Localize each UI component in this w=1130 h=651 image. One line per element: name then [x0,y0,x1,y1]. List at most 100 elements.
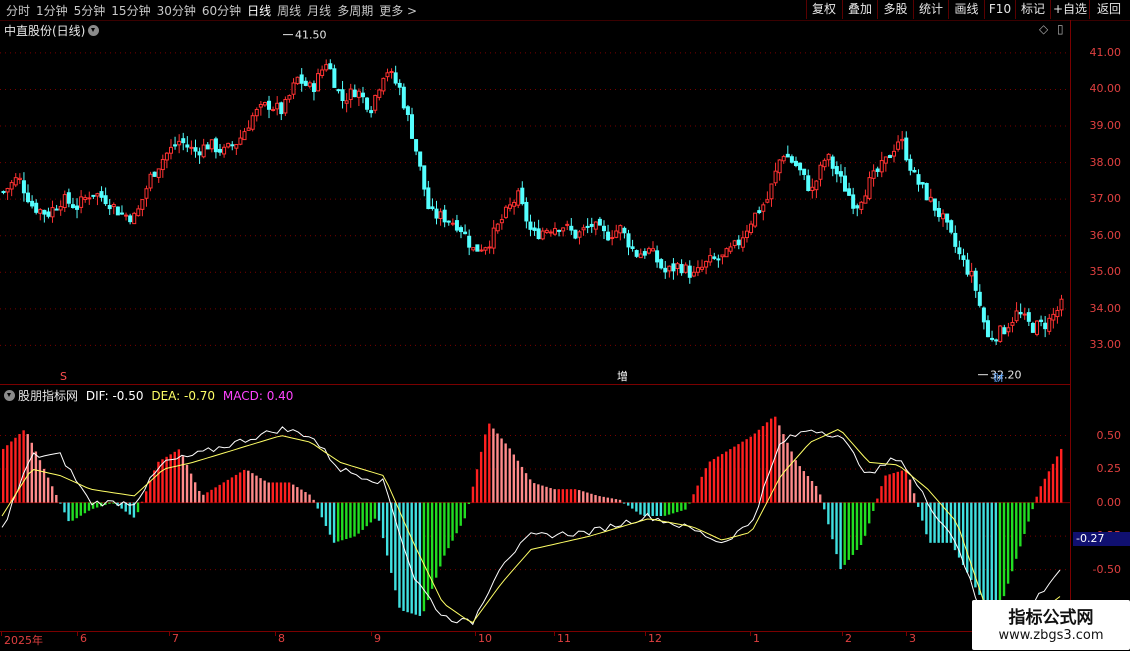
price-tick-label: 39.00 [1089,119,1122,133]
macd-bar [598,496,601,503]
candle-body [1047,317,1052,332]
period-tab-1[interactable]: 1分钟 [36,2,68,19]
toolbar-button-3[interactable]: 统计 [913,0,948,19]
toolbar-button-7[interactable]: +自选 [1050,0,1089,19]
toolbar-button-0[interactable]: 复权 [806,0,841,19]
macd-bar [582,491,585,503]
macd-bar [872,502,875,511]
macd-bar [10,441,13,503]
toolbar-button-4[interactable]: 画线 [948,0,984,19]
candle-body [83,197,88,201]
candle-body [1,191,6,194]
candle-body [222,146,227,155]
macd-bar [222,482,225,503]
macd-bar [267,482,270,503]
macd-bar [626,502,630,506]
macd-chart [0,416,1070,630]
macd-bar [680,502,683,511]
period-tab-9[interactable]: 多周期 [337,2,373,19]
candle-body [704,260,709,268]
candle-body [495,223,500,232]
macd-bar [504,443,507,503]
macd-bar [663,502,667,516]
macd-bar [708,461,712,503]
period-tab-4[interactable]: 30分钟 [157,2,196,19]
toolbar-button-6[interactable]: 标记 [1015,0,1050,19]
candle-body [1022,313,1027,316]
candle-body [148,173,153,189]
macd-bar [937,502,940,543]
macd-bar [341,502,344,541]
candle-body [544,229,549,233]
macd-bar [545,486,548,503]
period-tab-2[interactable]: 5分钟 [74,2,106,19]
candle-body [512,201,517,207]
period-tab-0[interactable]: 分时 [6,2,30,19]
macd-bar [573,489,577,503]
macd-bar [46,477,50,503]
time-tick-label: 10 [478,632,492,645]
period-tab-6[interactable]: 日线 [247,2,271,19]
candle-body [5,188,10,193]
candle-body [46,211,51,217]
candle-body [904,137,909,161]
dropdown-icon[interactable] [4,390,15,401]
macd-bar [594,495,597,503]
macd-bar [561,489,565,503]
candle-body [985,320,990,338]
candle-body [912,169,917,173]
macd-bar [214,487,217,503]
toolbar-button-2[interactable]: 多股 [877,0,913,19]
high-price-label: 41.50 [295,29,327,42]
macd-bar [345,502,348,540]
candle-body [50,207,55,218]
macd-bar [459,502,462,526]
macd-bar [42,468,46,503]
macd-bar [287,482,291,503]
macd-bar [512,454,516,503]
candle-body [928,196,933,202]
macd-bar [524,473,528,503]
period-tab-5[interactable]: 60分钟 [202,2,241,19]
macd-bar [667,502,671,515]
macd-bar [34,451,38,503]
period-tab-8[interactable]: 月线 [307,2,331,19]
candle-body [70,204,75,208]
watermark-logo: 指标公式网 www.zbgs3.com [972,600,1130,650]
macd-bar [218,484,221,503]
candle-body [753,212,758,227]
candle-body [324,64,329,71]
macd-bar [377,502,381,521]
macd-bar [855,502,859,550]
macd-bar [912,493,916,503]
toolbar-button-1[interactable]: 叠加 [842,0,877,19]
period-tab-10[interactable]: 更多 > [379,2,417,19]
candle-body [54,208,59,211]
period-tab-3[interactable]: 15分钟 [111,2,150,19]
time-axis: 2025年 6 7 8 9 10 11 12 1 2 3 [0,631,1070,651]
macd-bar [859,502,863,545]
macd-tick-label: 0.25 [1096,462,1122,476]
time-tick-label: 8 [278,632,285,645]
macd-bar [835,502,838,555]
candle-body [418,151,423,167]
candle-body [724,248,729,258]
macd-bar [700,476,703,503]
candle-body [34,202,39,213]
candle-body [781,156,786,162]
candle-body [949,220,954,233]
candle-body [728,246,733,252]
candle-body [479,249,484,252]
candle-body [332,68,337,88]
macd-bar [1023,502,1026,534]
toolbar-button-8[interactable]: 返回 [1089,0,1128,19]
macd-bar [757,429,761,503]
macd-bar [185,464,189,503]
candle-body [990,337,995,340]
candle-body [99,191,104,198]
candle-body [103,195,108,205]
toolbar-button-5[interactable]: F10 [984,0,1015,19]
macd-title: 股朋指标网 [18,389,79,403]
candle-body [360,92,365,98]
period-tab-7[interactable]: 周线 [277,2,301,19]
